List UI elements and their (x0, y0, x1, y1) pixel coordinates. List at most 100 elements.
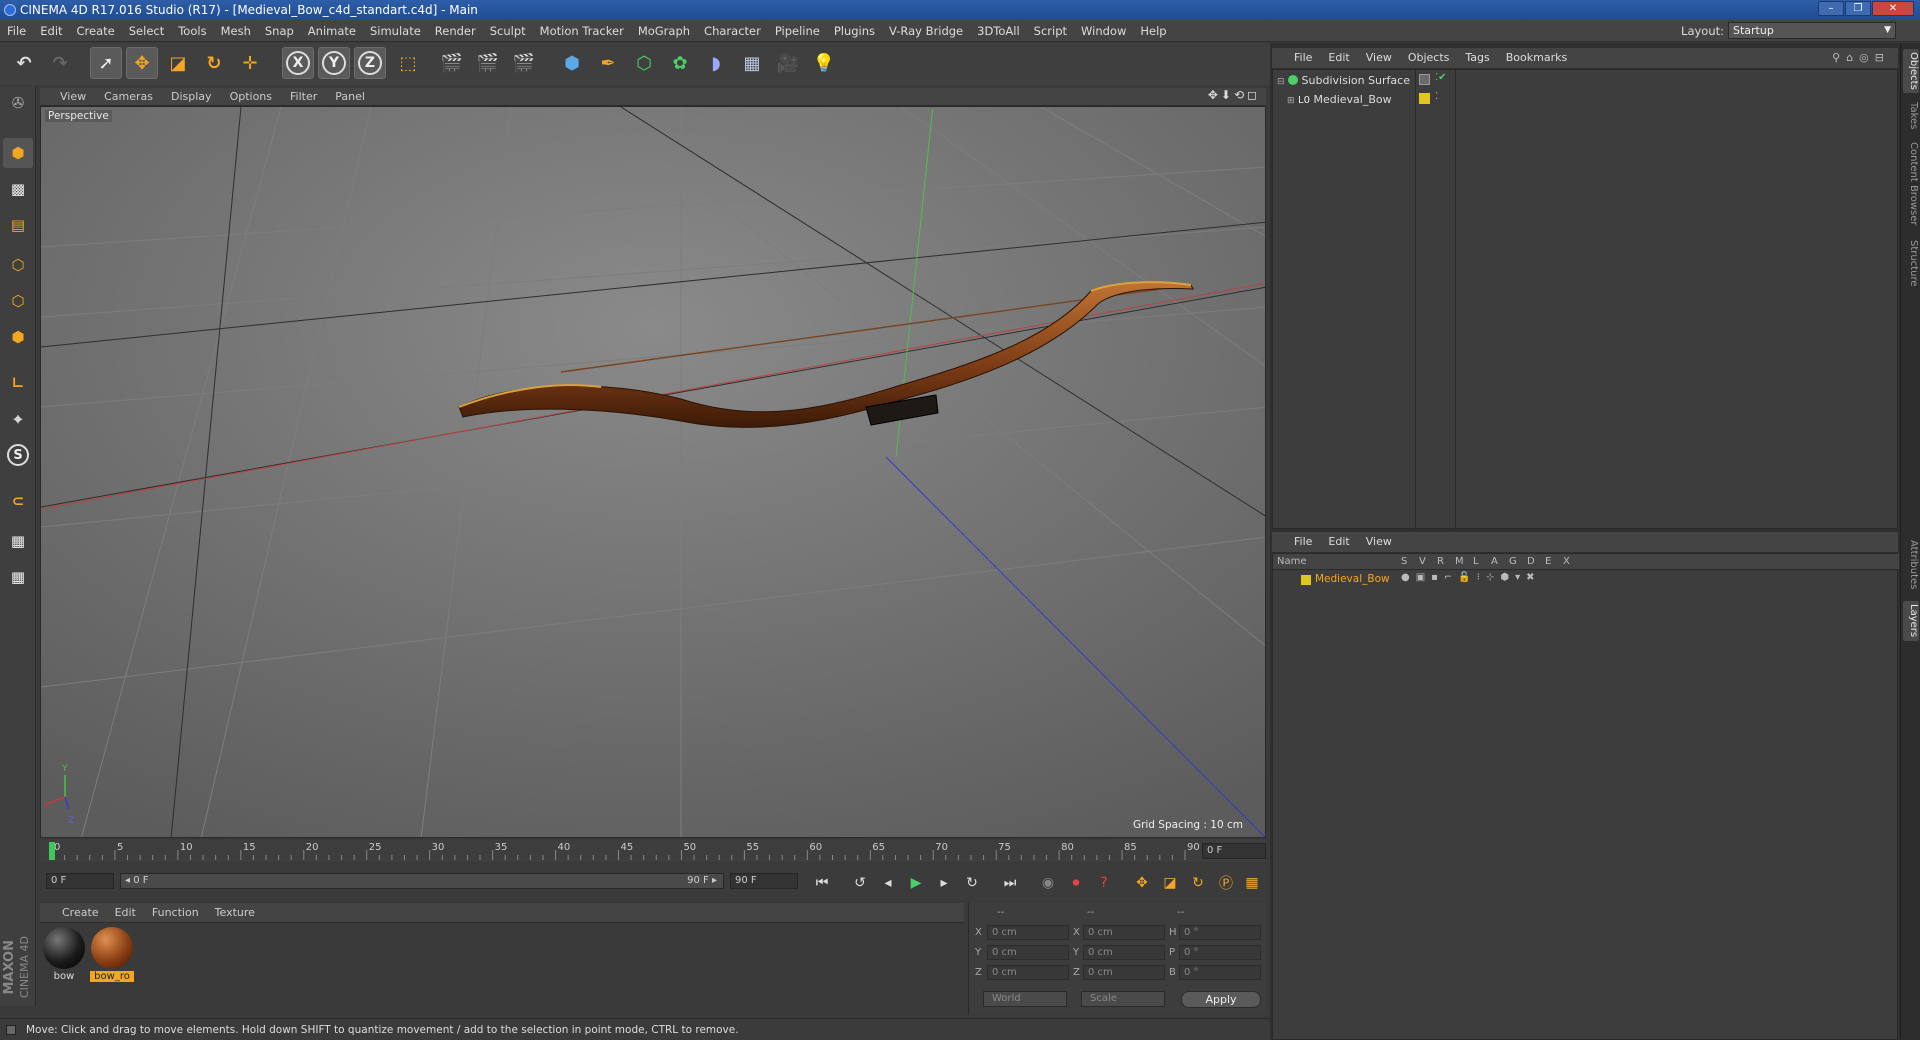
keyframe-selection-button[interactable]: ? (1092, 871, 1116, 895)
material-swatch-bow-ro[interactable]: bow_ro (90, 927, 134, 982)
next-key-button[interactable]: ↻ (960, 871, 984, 895)
menu-snap[interactable]: Snap (258, 20, 301, 42)
go-to-start-button[interactable]: ⏮ (810, 871, 834, 895)
rotation-h-field[interactable]: 0 ° (1179, 925, 1261, 940)
position-z-field[interactable]: 0 cm (987, 965, 1069, 980)
maximize-button[interactable]: ❐ (1845, 1, 1871, 16)
x-axis-lock-button[interactable]: X (282, 47, 314, 79)
viewport-menu-view[interactable]: View (40, 88, 95, 106)
viewport-menu-display[interactable]: Display (162, 88, 221, 106)
material-menu-function[interactable]: Function (144, 903, 207, 923)
autokeying-button[interactable]: ⏺ (1064, 871, 1088, 895)
render-view-button[interactable]: 🎬 (436, 47, 468, 79)
add-cube-button[interactable]: ⬢ (556, 47, 588, 79)
rotation-b-field[interactable]: 0 ° (1179, 965, 1261, 980)
axis-mode-button[interactable]: ∟ (3, 368, 33, 398)
viewport-menu-filter[interactable]: Filter (281, 88, 326, 106)
size-mode-dropdown[interactable]: Scale (1081, 991, 1165, 1007)
rotate-tool-button[interactable]: ↻ (198, 47, 230, 79)
close-button[interactable]: ✕ (1872, 1, 1914, 16)
texture-mode-button[interactable]: ▩ (3, 174, 33, 204)
viewport-menu-panel[interactable]: Panel (326, 88, 374, 106)
coordinate-space-dropdown[interactable]: World (983, 991, 1067, 1007)
size-x-field[interactable]: 0 cm (1083, 925, 1165, 940)
previous-key-button[interactable]: ↺ (848, 871, 872, 895)
snap-button[interactable]: S (3, 440, 33, 470)
viewport-menu-cameras[interactable]: Cameras (95, 88, 162, 106)
live-selection-button[interactable]: ➚ (90, 47, 122, 79)
position-x-field[interactable]: 0 cm (987, 925, 1069, 940)
current-frame-field[interactable]: 0 F (1202, 843, 1266, 859)
menu-pipeline[interactable]: Pipeline (768, 20, 827, 42)
workplane-mode-button[interactable]: ▤ (3, 210, 33, 240)
material-menu-edit[interactable]: Edit (107, 903, 144, 923)
render-settings-button[interactable]: 🎬 (508, 47, 540, 79)
workplane-lock-button[interactable]: ▦ (3, 526, 33, 556)
add-camera-button[interactable]: 🎥 (772, 47, 804, 79)
object-menu-objects[interactable]: Objects (1400, 48, 1458, 68)
object-menu-bookmarks[interactable]: Bookmarks (1498, 48, 1575, 68)
add-light-button[interactable]: 💡 (808, 47, 840, 79)
menu-simulate[interactable]: Simulate (363, 20, 428, 42)
menu-3dtoall[interactable]: 3DToAll (970, 20, 1027, 42)
menu-sculpt[interactable]: Sculpt (483, 20, 533, 42)
menu-render[interactable]: Render (428, 20, 483, 42)
layer-menu-file[interactable]: File (1272, 532, 1320, 552)
make-editable-button[interactable]: ✇ (3, 88, 33, 118)
add-floor-button[interactable]: ▦ (736, 47, 768, 79)
add-array-button[interactable]: ✿ (664, 47, 696, 79)
redo-button[interactable]: ↷ (44, 47, 76, 79)
menu-help[interactable]: Help (1133, 20, 1173, 42)
object-menu-edit[interactable]: Edit (1320, 48, 1357, 68)
tab-attributes[interactable]: Attributes (1903, 535, 1919, 595)
rotation-p-field[interactable]: 0 ° (1179, 945, 1261, 960)
next-frame-button[interactable]: ▸ (932, 871, 956, 895)
z-axis-lock-button[interactable]: Z (354, 47, 386, 79)
menu-select[interactable]: Select (122, 20, 171, 42)
y-axis-lock-button[interactable]: Y (318, 47, 350, 79)
layer-color-swatch[interactable] (1301, 575, 1311, 585)
move-tool-button[interactable]: ✥ (126, 47, 158, 79)
menu-file[interactable]: File (0, 20, 33, 42)
layer-tag-icon[interactable] (1419, 74, 1430, 85)
menu-motion-tracker[interactable]: Motion Tracker (533, 20, 631, 42)
polygons-mode-button[interactable]: ⬢ (3, 322, 33, 352)
menu-edit[interactable]: Edit (33, 20, 69, 42)
layer-menu-edit[interactable]: Edit (1320, 532, 1357, 552)
layer-menu-view[interactable]: View (1358, 532, 1400, 552)
edges-mode-button[interactable]: ⬡ (3, 286, 33, 316)
go-to-end-button[interactable]: ⏭ (998, 871, 1022, 895)
menu-mograph[interactable]: MoGraph (631, 20, 697, 42)
undo-button[interactable]: ↶ (8, 47, 40, 79)
tab-takes[interactable]: Takes (1903, 99, 1919, 133)
tweak-mode-button[interactable]: ⌖ (3, 404, 33, 434)
timeline-playhead[interactable] (49, 842, 55, 860)
key-pla-button[interactable]: ▦ (1240, 871, 1264, 895)
object-manager-search-home-icons[interactable]: ⚲⌂◎⊟ (1832, 48, 1890, 68)
start-frame-field[interactable]: 0 F (46, 873, 114, 889)
3d-viewport[interactable]: Y X Z Perspective Grid Spacing : 10 cm (40, 106, 1266, 838)
menu-tools[interactable]: Tools (171, 20, 213, 42)
key-position-button[interactable]: ✥ (1130, 871, 1154, 895)
apply-button[interactable]: Apply (1181, 991, 1261, 1008)
add-subdivision-surface-button[interactable]: ⬡ (628, 47, 660, 79)
layer-color-tag-icon[interactable] (1419, 93, 1430, 104)
menu-character[interactable]: Character (697, 20, 768, 42)
object-row-subdivision-surface[interactable]: ⊟ Subdivision Surface (1277, 72, 1417, 90)
points-mode-button[interactable]: ⬡ (3, 250, 33, 280)
object-menu-tags[interactable]: Tags (1457, 48, 1497, 68)
menu-create[interactable]: Create (70, 20, 122, 42)
render-picture-viewer-button[interactable]: 🎬 (472, 47, 504, 79)
frame-range-slider[interactable]: ◂ 0 F 90 F ▸ (120, 873, 724, 889)
layer-row-medieval-bow[interactable]: Medieval_Bow ●▣▪⌐🔓⁝⊹⬢▾✖ (1273, 572, 1899, 588)
menu-plugins[interactable]: Plugins (827, 20, 882, 42)
visibility-dots-icon[interactable]: ⁚ (1435, 91, 1438, 102)
tab-content-browser[interactable]: Content Browser (1903, 139, 1919, 229)
key-scale-button[interactable]: ◪ (1158, 871, 1182, 895)
position-y-field[interactable]: 0 cm (987, 945, 1069, 960)
key-rotation-button[interactable]: ↻ (1186, 871, 1210, 895)
enabled-check-icon[interactable]: ⁚✔ (1435, 72, 1447, 83)
key-parameter-button[interactable]: Ⓟ (1214, 871, 1238, 895)
tab-layers[interactable]: Layers (1903, 601, 1919, 641)
layout-dropdown[interactable]: Startup ▼ (1728, 22, 1896, 39)
